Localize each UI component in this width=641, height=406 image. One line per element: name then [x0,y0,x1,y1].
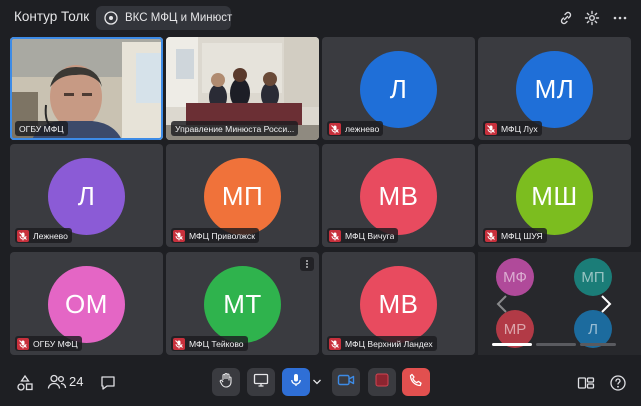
participant-name-tag: ОГБУ МФЦ [15,336,82,351]
microphone-icon [288,372,304,393]
video-tile[interactable]: Л лежнево [322,37,475,140]
phone-hangup-icon [408,372,424,393]
participant-avatar: МТ [204,266,281,343]
tile-more-options-icon[interactable] [300,257,314,271]
app-title: Контур Толк [14,9,90,24]
overflow-avatar: МП [574,258,612,296]
video-tile[interactable]: МП МФЦ Приволжск [166,144,319,247]
participant-name-tag: МФЦ Приволжск [171,228,259,243]
screen-share-button[interactable] [247,368,275,396]
video-tile[interactable]: ОГБУ МФЦ [10,37,163,140]
participant-name-tag: МФЦ Лух [483,121,542,136]
mic-off-icon [329,122,341,135]
chat-icon[interactable] [98,373,118,393]
participant-avatar: МЛ [516,51,593,128]
participant-avatar: МВ [360,158,437,235]
copy-link-icon[interactable] [556,8,576,28]
camera-button[interactable] [332,368,360,396]
participant-name-tag: МФЦ Верхний Ландех [327,336,437,351]
participant-avatar: Л [48,158,125,235]
participant-name-tag: ОГБУ МФЦ [15,121,68,136]
meeting-icon [104,11,118,25]
participant-name: ОГБУ МФЦ [33,338,78,349]
participant-avatar: МВ [360,266,437,343]
meeting-name: ВКС МФЦ и Минюст [125,12,233,24]
layout-switch-icon[interactable] [576,373,596,393]
mic-off-icon [17,229,29,242]
microphone-options-chevron-icon[interactable] [310,373,324,391]
participant-name: МФЦ Лух [501,123,538,134]
video-tile[interactable]: МВ МФЦ Верхний Ландех [322,252,475,355]
overflow-avatar: МФ [496,258,534,296]
video-tile[interactable]: Управление Минюста Росси... [166,37,319,140]
participant-name-tag: лежнево [327,121,384,136]
video-tile[interactable]: Л Лежнево [10,144,163,247]
video-tile[interactable]: МШ МФЦ ШУЯ [478,144,631,247]
record-stop-icon [375,373,389,392]
participant-avatar: Л [360,51,437,128]
meeting-name-chip[interactable]: ВКС МФЦ и Минюст [96,6,233,30]
participant-name-tag: МФЦ Тейково [171,336,248,351]
carousel-next-arrow-icon[interactable] [596,292,616,316]
participant-name: МФЦ ШУЯ [501,230,543,241]
participant-name-tag: Управление Минюста Росси... [171,121,299,136]
mic-off-icon [173,229,185,242]
top-bar: Контур Толк ВКС МФЦ и Минюст [0,0,641,36]
participants-count[interactable]: 24 [69,374,83,389]
mic-off-icon [17,337,29,350]
participant-name: Управление Минюста Росси... [175,123,295,134]
mic-off-icon [329,229,341,242]
video-tile[interactable]: ОМ ОГБУ МФЦ [10,252,163,355]
raise-hand-button[interactable] [212,368,240,396]
record-button[interactable] [368,368,396,396]
participant-name: Лежнево [33,230,68,241]
mic-off-icon [173,337,185,350]
carousel-page-indicator[interactable] [580,343,616,346]
video-tile[interactable]: МВ МФЦ Вичуга [322,144,475,247]
shapes-icon[interactable] [15,373,35,393]
participant-name-tag: МФЦ ШУЯ [483,228,547,243]
mic-off-icon [485,122,497,135]
participant-name-tag: Лежнево [15,228,72,243]
participant-name-tag: МФЦ Вичуга [327,228,399,243]
participant-name: МФЦ Верхний Ландех [345,338,433,349]
help-icon[interactable] [608,373,628,393]
more-options-icon[interactable] [610,8,630,28]
participant-name: ОГБУ МФЦ [19,123,64,134]
participant-avatar: МП [204,158,281,235]
overflow-participants-carousel[interactable]: МФ МП МР Л [478,252,641,355]
participant-name: МФЦ Тейково [189,338,244,349]
mic-off-icon [329,337,341,350]
carousel-prev-arrow-icon[interactable] [492,292,512,316]
participant-name: МФЦ Приволжск [189,230,255,241]
bottom-toolbar: 24 [0,360,641,406]
monitor-icon [253,372,269,393]
participant-avatar: МШ [516,158,593,235]
carousel-page-indicator-active [492,343,532,346]
mic-off-icon [485,229,497,242]
leave-call-button[interactable] [402,368,430,396]
participants-icon[interactable] [47,372,67,392]
video-tile[interactable]: МЛ МФЦ Лух [478,37,631,140]
settings-gear-icon[interactable] [582,8,602,28]
camera-icon [337,372,355,393]
video-tile[interactable]: МТ МФЦ Тейково [166,252,319,355]
participant-name: лежнево [345,123,380,134]
participant-avatar: ОМ [48,266,125,343]
hand-icon [218,372,234,393]
microphone-button[interactable] [282,368,310,396]
carousel-page-indicator[interactable] [536,343,576,346]
participant-name: МФЦ Вичуга [345,230,395,241]
